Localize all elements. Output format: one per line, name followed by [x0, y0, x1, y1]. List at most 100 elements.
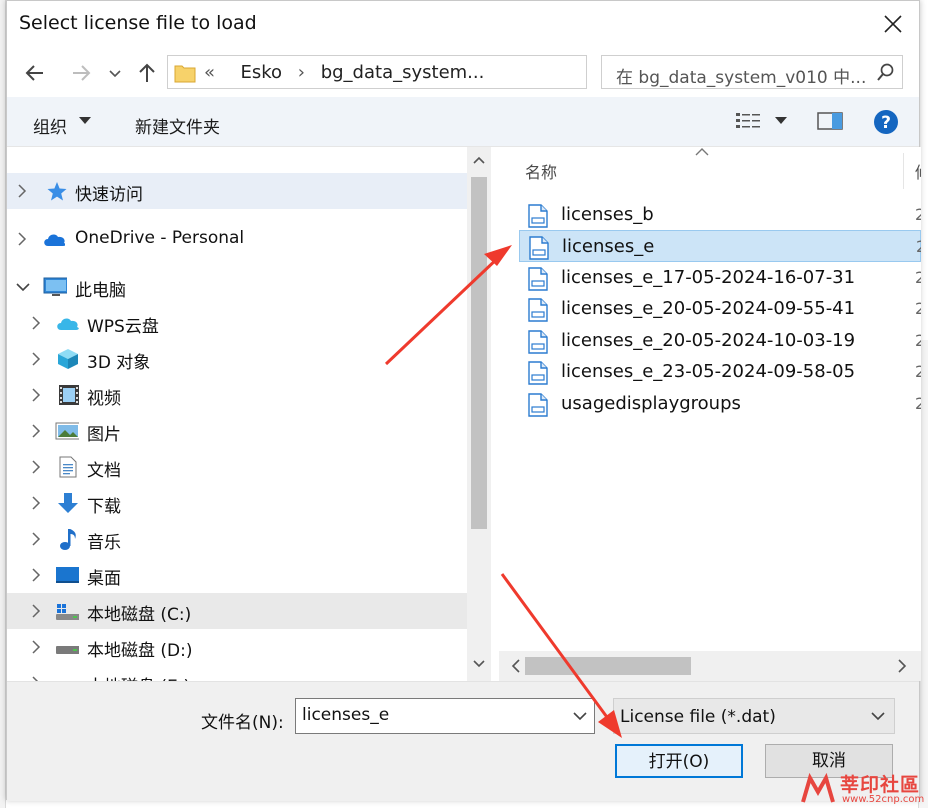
- nav-item-label: 快速访问: [75, 185, 143, 205]
- dat-file-icon: [528, 204, 548, 228]
- music-icon: [60, 529, 76, 550]
- nav-item-label: 桌面: [87, 569, 121, 589]
- nav-item-this-pc[interactable]: 此电脑: [7, 269, 467, 305]
- up-button[interactable]: [135, 61, 159, 85]
- document-icon: [59, 456, 77, 478]
- chevron-right-icon[interactable]: [31, 604, 41, 618]
- svg-text:?: ?: [881, 113, 891, 133]
- chevron-right-icon[interactable]: [31, 496, 41, 510]
- back-button[interactable]: [23, 61, 47, 85]
- nav-item-documents[interactable]: 文档: [7, 449, 467, 485]
- chevron-down-icon[interactable]: [15, 280, 31, 294]
- breadcrumb-overflow[interactable]: «: [204, 62, 215, 83]
- picture-icon: [55, 422, 79, 440]
- arrow-right-icon: [73, 65, 91, 81]
- view-options-icon[interactable]: [735, 111, 761, 131]
- download-icon: [58, 493, 78, 513]
- dat-file-icon: [528, 330, 548, 354]
- chevron-down-icon: [109, 70, 121, 78]
- preview-pane-icon[interactable]: [817, 111, 843, 131]
- navigation-pane-scrollbar[interactable]: [467, 147, 491, 681]
- chevron-right-icon[interactable]: [31, 388, 41, 402]
- column-header-modified[interactable]: 修: [915, 159, 921, 183]
- file-type-select[interactable]: License file (*.dat): [613, 698, 895, 734]
- chevron-right-icon[interactable]: [17, 184, 27, 198]
- search-box[interactable]: 在 bg_data_system_v010 中...: [601, 55, 903, 89]
- chevron-down-icon[interactable]: [572, 709, 588, 723]
- nav-item-label: 下载: [87, 497, 121, 517]
- file-list-horizontal-scrollbar[interactable]: [499, 651, 921, 681]
- file-name: usagedisplaygroups: [561, 393, 741, 414]
- column-header-name[interactable]: 名称: [525, 159, 557, 183]
- chevron-right-icon[interactable]: [31, 640, 41, 654]
- nav-item-onedrive[interactable]: OneDrive - Personal: [7, 221, 467, 257]
- new-folder-button[interactable]: 新建文件夹: [135, 113, 220, 138]
- drive-icon: [56, 646, 79, 654]
- drive-icon: [55, 672, 79, 681]
- nav-item-label: 音乐: [87, 533, 121, 553]
- file-row-selected[interactable]: licenses_e 2: [519, 230, 921, 262]
- file-row[interactable]: licenses_e_20-05-2024-09-55-41 2: [519, 293, 921, 325]
- nav-item-drive-e[interactable]: 本地磁盘 (E:): [7, 665, 467, 681]
- file-date-stub: 2: [915, 268, 921, 287]
- scroll-left-icon[interactable]: [511, 659, 521, 673]
- nav-item-label: OneDrive - Personal: [75, 228, 245, 248]
- open-button[interactable]: 打开(O): [615, 744, 743, 778]
- scrollbar-thumb[interactable]: [471, 177, 487, 529]
- breadcrumb: « Esko › bg_data_system...: [204, 62, 484, 83]
- breadcrumb-bg-data-system[interactable]: bg_data_system...: [321, 62, 485, 83]
- chevron-right-icon[interactable]: [31, 352, 41, 366]
- cube-icon: [58, 349, 78, 369]
- nav-item-videos[interactable]: 视频: [7, 377, 467, 413]
- chevron-right-icon[interactable]: [31, 424, 41, 438]
- file-row[interactable]: licenses_e_20-05-2024-10-03-19 2: [519, 325, 921, 357]
- chevron-right-icon[interactable]: [17, 232, 27, 246]
- scrollbar-thumb[interactable]: [525, 657, 691, 675]
- nav-item-quick-access[interactable]: 快速访问: [7, 173, 467, 209]
- file-date-stub: 2: [915, 362, 921, 381]
- scroll-up-icon[interactable]: [473, 155, 485, 165]
- nav-item-music[interactable]: 音乐: [7, 521, 467, 557]
- nav-item-desktop[interactable]: 桌面: [7, 557, 467, 593]
- filename-label: 文件名(N):: [201, 713, 284, 733]
- nav-item-label: 视频: [87, 389, 121, 409]
- dat-file-icon: [528, 267, 548, 291]
- chevron-right-icon[interactable]: [31, 316, 41, 330]
- address-bar[interactable]: « Esko › bg_data_system...: [167, 55, 742, 89]
- file-row[interactable]: licenses_b 2: [519, 199, 921, 231]
- file-row[interactable]: licenses_e_23-05-2024-09-58-05 2: [519, 356, 921, 388]
- file-row[interactable]: licenses_e_17-05-2024-16-07-31 2: [519, 262, 921, 294]
- organize-button[interactable]: 组织: [33, 113, 67, 138]
- file-row[interactable]: usagedisplaygroups 2: [519, 388, 921, 420]
- file-date-stub: 2: [915, 205, 921, 224]
- sort-ascending-icon: [695, 148, 709, 156]
- breadcrumb-esko[interactable]: Esko: [240, 62, 282, 83]
- file-name: licenses_e: [562, 236, 655, 257]
- arrow-left-icon: [25, 65, 43, 81]
- nav-item-drive-d[interactable]: 本地磁盘 (D:): [7, 629, 467, 665]
- filename-combobox[interactable]: [295, 698, 595, 734]
- close-button[interactable]: [875, 7, 911, 41]
- scroll-right-icon[interactable]: [897, 659, 907, 673]
- chevron-right-icon[interactable]: [31, 568, 41, 582]
- watermark-url: www.52cnp.com: [842, 794, 925, 805]
- breadcrumb-separator-icon: ›: [297, 62, 305, 83]
- chevron-right-icon[interactable]: [31, 460, 41, 474]
- nav-item-downloads[interactable]: 下载: [7, 485, 467, 521]
- recent-locations-button[interactable]: [107, 61, 123, 85]
- nav-item-3d-objects[interactable]: 3D 对象: [7, 341, 467, 377]
- help-icon[interactable]: ?: [873, 109, 899, 135]
- nav-item-drive-c[interactable]: 本地磁盘 (C:): [7, 593, 467, 629]
- nav-item-wps-cloud[interactable]: WPS云盘: [7, 305, 467, 341]
- file-date-stub: 2: [915, 331, 921, 350]
- forward-button[interactable]: [69, 61, 93, 85]
- caret-down-icon[interactable]: [775, 117, 787, 125]
- column-divider[interactable]: [903, 153, 904, 189]
- scroll-down-icon[interactable]: [473, 659, 485, 669]
- chevron-right-icon[interactable]: [31, 532, 41, 546]
- nav-item-pictures[interactable]: 图片: [7, 413, 467, 449]
- caret-down-icon: [79, 117, 91, 124]
- title-bar: Select license file to load: [7, 1, 919, 47]
- filename-input[interactable]: [302, 705, 562, 725]
- watermark: 莘印社區 www.52cnp.com: [798, 770, 928, 808]
